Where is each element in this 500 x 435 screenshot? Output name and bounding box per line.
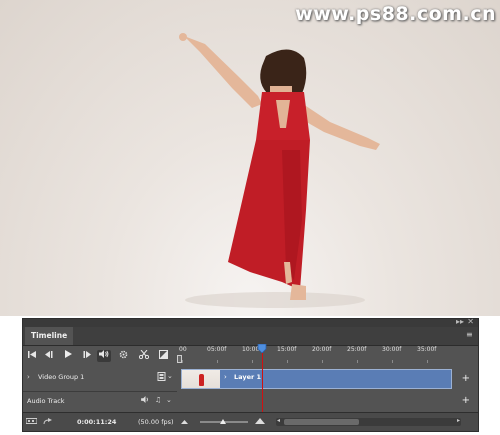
film-strip-icon[interactable] — [157, 372, 166, 383]
add-audio-button[interactable]: + — [462, 396, 470, 406]
track-row-audio[interactable]: Audio Track ♫ ⌄ — [23, 391, 177, 414]
dancer-image — [179, 33, 380, 308]
panel-title-strip: ▸▸ ✕ — [23, 317, 478, 327]
scissors-icon[interactable] — [137, 349, 151, 362]
tab-timeline[interactable]: Timeline — [25, 327, 74, 345]
chevron-down-icon[interactable]: ⌄ — [167, 372, 173, 380]
video-clip-layer-1[interactable]: › Layer 1 — [181, 369, 452, 389]
transport-controls — [23, 345, 177, 367]
convert-icon[interactable] — [43, 418, 52, 427]
panel-tab-row: Timeline ≡ — [23, 327, 478, 346]
audio-track-label: Audio Track — [27, 397, 65, 405]
audio-volume-icon[interactable] — [141, 396, 150, 405]
close-panel-icon[interactable]: ✕ — [467, 317, 474, 326]
audio-track-area: + — [177, 391, 478, 413]
collapse-panel-icon[interactable]: ▸▸ — [456, 317, 464, 326]
gear-icon[interactable] — [116, 350, 130, 362]
clip-name: Layer 1 — [234, 373, 261, 381]
horizontal-scrollbar[interactable]: ◂ ▸ — [276, 417, 461, 426]
clip-expand-chevron-icon[interactable]: › — [224, 373, 227, 381]
watermark-text: www.ps88.com.cn — [295, 3, 496, 25]
render-video-icon[interactable] — [25, 418, 38, 426]
ruler-tick-label: 05:00f — [207, 346, 227, 353]
scroll-right-icon[interactable]: ▸ — [457, 417, 460, 424]
frame-rate-readout: (50.00 fps) — [138, 418, 174, 426]
scroll-left-icon[interactable]: ◂ — [277, 417, 280, 424]
playhead-handle[interactable] — [257, 344, 267, 353]
video-track-area: › Layer 1 + — [177, 367, 478, 391]
track-row-video-group[interactable]: › Video Group 1 ⌄ — [23, 367, 177, 392]
ruler-tick-label: 30:00f — [382, 346, 402, 353]
add-media-button[interactable]: + — [462, 374, 470, 384]
next-frame-icon[interactable] — [79, 350, 93, 362]
expand-chevron-icon[interactable]: › — [27, 373, 30, 381]
zoom-out-icon[interactable] — [181, 418, 188, 426]
current-time-readout[interactable]: 0:00:11:24 — [77, 418, 116, 426]
ruler-tick-label: 00 — [179, 346, 187, 353]
zoom-slider-thumb[interactable] — [220, 419, 226, 424]
zoom-in-icon[interactable] — [255, 418, 265, 426]
transition-icon[interactable] — [156, 350, 170, 362]
audio-chevron-down-icon[interactable]: ⌄ — [166, 396, 172, 404]
music-note-icon[interactable]: ♫ — [155, 396, 161, 404]
audio-icon[interactable] — [97, 350, 111, 362]
timeline-status-bar: 0:00:11:24 (50.00 fps) ◂ ▸ — [23, 412, 478, 431]
play-icon[interactable] — [61, 350, 75, 362]
time-ruler[interactable]: 00 05:00f 10:00f 15:00f 20:00f 25:00f 30… — [177, 345, 478, 363]
video-frame-preview: www.ps88.com.cn — [0, 0, 500, 316]
video-group-label: Video Group 1 — [38, 373, 85, 381]
scrollbar-thumb[interactable] — [284, 419, 359, 425]
ruler-tick-label: 35:00f — [417, 346, 437, 353]
work-area-start-marker[interactable] — [177, 355, 182, 363]
playhead-line — [262, 352, 263, 413]
ruler-tick-label: 20:00f — [312, 346, 332, 353]
ruler-tick-label: 25:00f — [347, 346, 367, 353]
panel-menu-icon[interactable]: ≡ — [466, 331, 474, 339]
go-to-first-frame-icon[interactable] — [25, 350, 39, 362]
timeline-panel: ▸▸ ✕ Timeline ≡ 00 05:00f 10:00f 15:00f … — [22, 317, 479, 432]
previous-frame-icon[interactable] — [42, 350, 56, 362]
clip-thumbnail — [182, 370, 220, 388]
ruler-tick-label: 15:00f — [277, 346, 297, 353]
